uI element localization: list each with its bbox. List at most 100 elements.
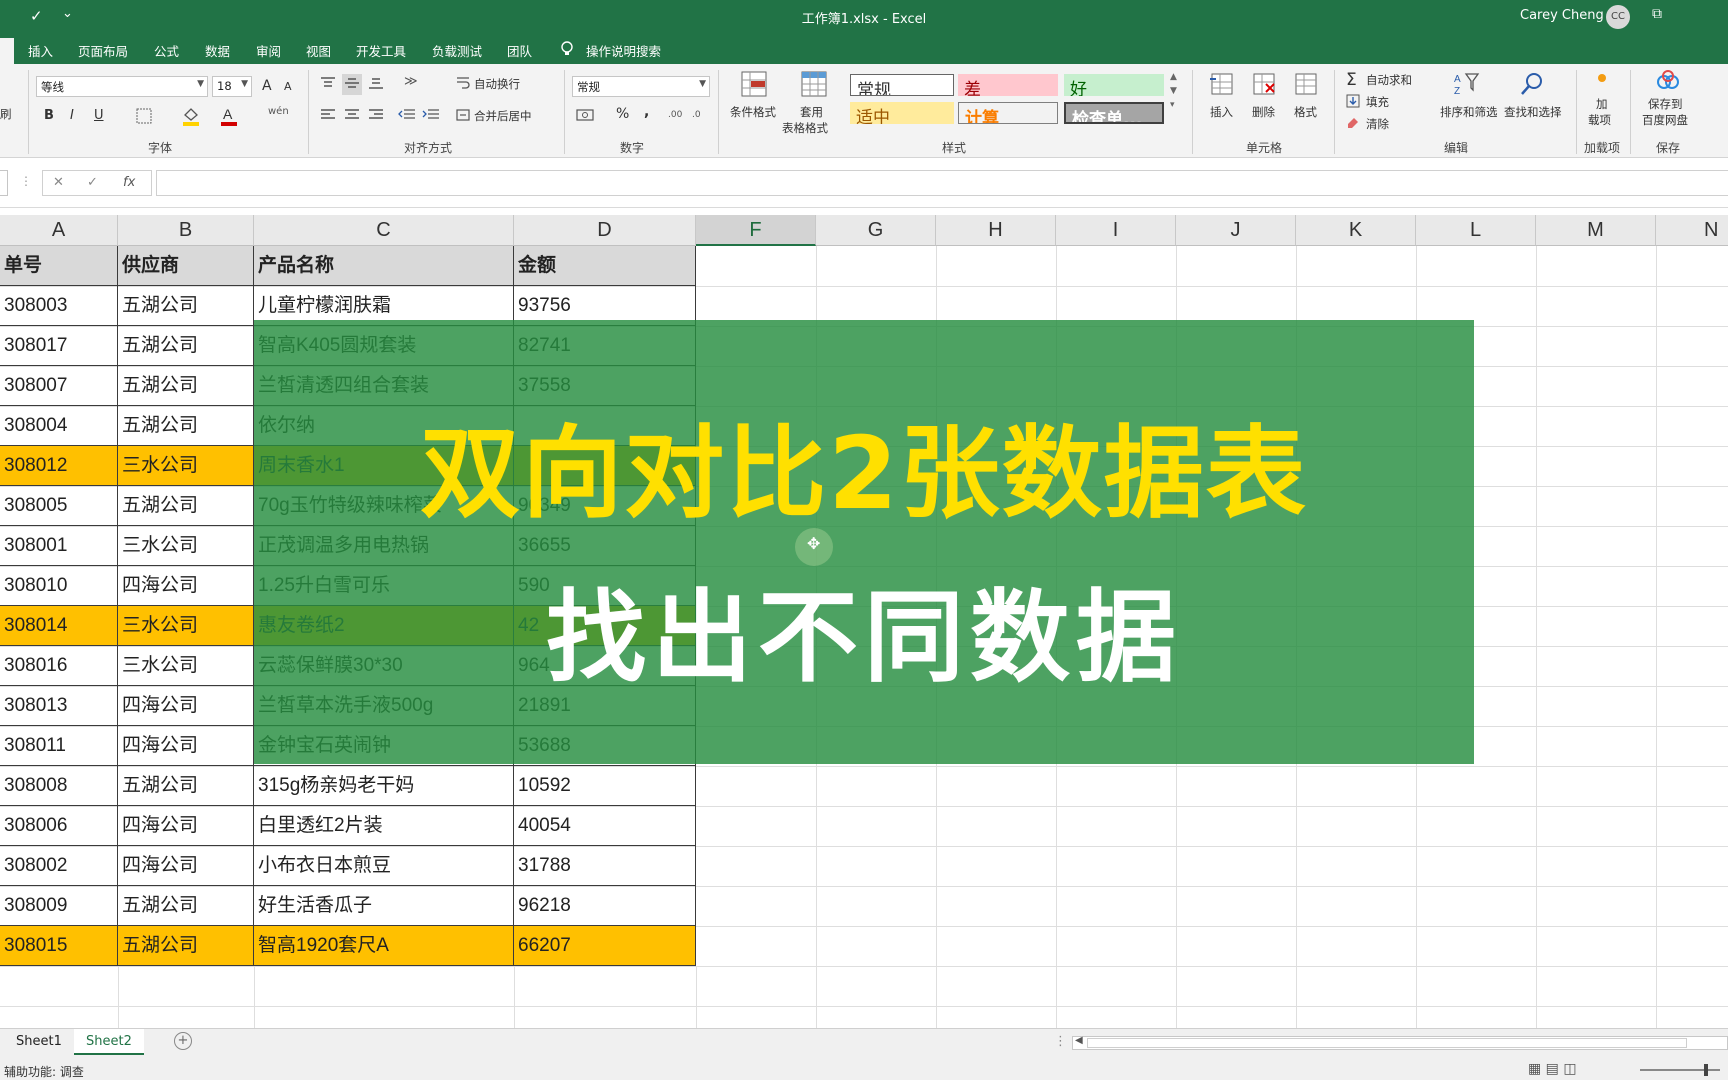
format-as-table-icon[interactable]: [800, 70, 828, 98]
grow-font-button[interactable]: A: [262, 78, 272, 94]
scroll-split-grip[interactable]: ⋮: [1054, 1034, 1067, 1049]
column-header-n[interactable]: N: [1656, 215, 1728, 246]
format-painter-label[interactable]: 刷: [0, 106, 12, 122]
number-format-select[interactable]: 常规 ▼: [572, 76, 710, 97]
sheet-tab-sheet1[interactable]: Sheet1: [4, 1029, 74, 1055]
name-box[interactable]: [0, 170, 8, 196]
tab-load-test[interactable]: 负载测试: [432, 41, 482, 60]
cell-supplier[interactable]: 四海公司: [118, 726, 254, 766]
style-bad[interactable]: 差: [958, 74, 1058, 96]
clear-button[interactable]: 清除: [1366, 116, 1389, 132]
tab-developer[interactable]: 开发工具: [356, 41, 406, 60]
addins-button-line2[interactable]: 载项: [1588, 112, 1611, 128]
style-neutral[interactable]: 适中: [850, 102, 954, 124]
scroll-left-icon[interactable]: ◀: [1075, 1035, 1083, 1046]
increase-decimal-icon[interactable]: .00: [668, 110, 682, 120]
cell-id[interactable]: 308017: [0, 326, 118, 366]
cell-supplier[interactable]: 四海公司: [118, 846, 254, 886]
cell-amount[interactable]: 40054: [514, 806, 696, 846]
fill-icon[interactable]: [1346, 94, 1360, 111]
conditional-formatting-button[interactable]: 条件格式: [730, 104, 776, 120]
cell-supplier[interactable]: 五湖公司: [118, 926, 254, 966]
shrink-font-button[interactable]: A: [284, 80, 292, 93]
add-sheet-button[interactable]: +: [174, 1032, 192, 1050]
column-header-d[interactable]: D: [514, 215, 696, 246]
align-left-icon[interactable]: [320, 108, 336, 125]
format-as-table-button-line2[interactable]: 表格格式: [782, 120, 828, 136]
fill-color-icon[interactable]: [182, 106, 200, 129]
column-header-h[interactable]: H: [936, 215, 1056, 246]
font-color-icon[interactable]: A: [220, 106, 238, 129]
tab-team[interactable]: 团队: [507, 41, 532, 60]
cell-id[interactable]: 308003: [0, 286, 118, 326]
format-cells-button[interactable]: 格式: [1294, 104, 1317, 120]
accessibility-status[interactable]: 辅助功能: 调查: [4, 1063, 84, 1080]
cell-supplier[interactable]: 五湖公司: [118, 286, 254, 326]
tab-review[interactable]: 审阅: [256, 41, 281, 60]
increase-indent-icon[interactable]: [422, 108, 440, 125]
column-header-b[interactable]: B: [118, 215, 254, 246]
sort-filter-button[interactable]: 排序和筛选: [1440, 104, 1498, 120]
cell-id[interactable]: 308009: [0, 886, 118, 926]
align-top-icon[interactable]: [320, 76, 336, 93]
column-header-k[interactable]: K: [1296, 215, 1416, 246]
cell-supplier[interactable]: 五湖公司: [118, 886, 254, 926]
accounting-format-icon[interactable]: [576, 108, 594, 125]
cell-id[interactable]: 308006: [0, 806, 118, 846]
wrap-text-icon[interactable]: [456, 76, 470, 93]
italic-button[interactable]: I: [70, 108, 74, 123]
cell-product[interactable]: 小布衣日本煎豆: [254, 846, 514, 886]
style-calculation[interactable]: 计算: [958, 102, 1058, 124]
scrollbar-thumb[interactable]: [1087, 1038, 1687, 1048]
cell-product[interactable]: 白里透红2片装: [254, 806, 514, 846]
table-header-amount[interactable]: 金额: [514, 246, 696, 286]
cell-id[interactable]: 308011: [0, 726, 118, 766]
format-as-table-button-line1[interactable]: 套用: [800, 104, 823, 120]
font-name-select[interactable]: 等线 ▼: [36, 76, 208, 97]
underline-button[interactable]: U: [94, 108, 104, 123]
format-cells-icon[interactable]: [1292, 70, 1320, 98]
cell-id[interactable]: 308015: [0, 926, 118, 966]
cell-product[interactable]: 315g杨亲妈老干妈: [254, 766, 514, 806]
decrease-decimal-icon[interactable]: .0: [692, 110, 701, 120]
tell-me-search[interactable]: 操作说明搜索: [586, 41, 661, 60]
cell-amount[interactable]: 31788: [514, 846, 696, 886]
cell-supplier[interactable]: 五湖公司: [118, 766, 254, 806]
border-icon[interactable]: [136, 108, 152, 127]
cancel-icon[interactable]: ✕: [53, 175, 64, 190]
find-select-button[interactable]: 查找和选择: [1504, 104, 1562, 120]
sheet-tab-sheet2[interactable]: Sheet2: [74, 1029, 144, 1055]
cell-product[interactable]: 好生活香瓜子: [254, 886, 514, 926]
merge-center-icon[interactable]: [456, 108, 470, 125]
tab-page-layout[interactable]: 页面布局: [78, 41, 128, 60]
merge-center-button[interactable]: 合并后居中: [474, 108, 532, 124]
orientation-icon[interactable]: ≫: [404, 74, 418, 89]
table-header-supplier[interactable]: 供应商: [118, 246, 254, 286]
align-center-icon[interactable]: [344, 108, 360, 125]
formula-input[interactable]: [156, 170, 1728, 196]
enter-icon[interactable]: ✓: [87, 175, 98, 190]
view-mode-icons[interactable]: ▦ ▤ ◫: [1528, 1061, 1577, 1077]
insert-function-icon[interactable]: fx: [123, 175, 135, 190]
cell-supplier[interactable]: 五湖公司: [118, 326, 254, 366]
font-size-select[interactable]: 18 ▼: [212, 76, 252, 97]
align-middle-icon[interactable]: [342, 74, 362, 95]
cell-id[interactable]: 308008: [0, 766, 118, 806]
zoom-slider[interactable]: [1640, 1069, 1720, 1071]
save-to-cloud-line2[interactable]: 百度网盘: [1642, 112, 1688, 128]
delete-cells-icon[interactable]: [1250, 70, 1278, 98]
styles-gallery-scroll[interactable]: ▲ ▼ ▾: [1170, 70, 1177, 112]
column-header-j[interactable]: J: [1176, 215, 1296, 246]
cell-supplier[interactable]: 四海公司: [118, 806, 254, 846]
column-header-l[interactable]: L: [1416, 215, 1536, 246]
phonetic-guide-icon[interactable]: wén: [268, 106, 289, 117]
zoom-slider-knob[interactable]: [1704, 1064, 1708, 1076]
insert-cells-button[interactable]: 插入: [1210, 104, 1233, 120]
avatar[interactable]: CC: [1606, 5, 1630, 29]
autosum-button[interactable]: 自动求和: [1366, 72, 1412, 88]
tab-formulas[interactable]: 公式: [154, 41, 179, 60]
bold-button[interactable]: B: [44, 108, 54, 123]
align-bottom-icon[interactable]: [368, 76, 384, 93]
formula-bar-grip[interactable]: ⋮: [20, 174, 32, 188]
cell-product[interactable]: 智高1920套尺A: [254, 926, 514, 966]
